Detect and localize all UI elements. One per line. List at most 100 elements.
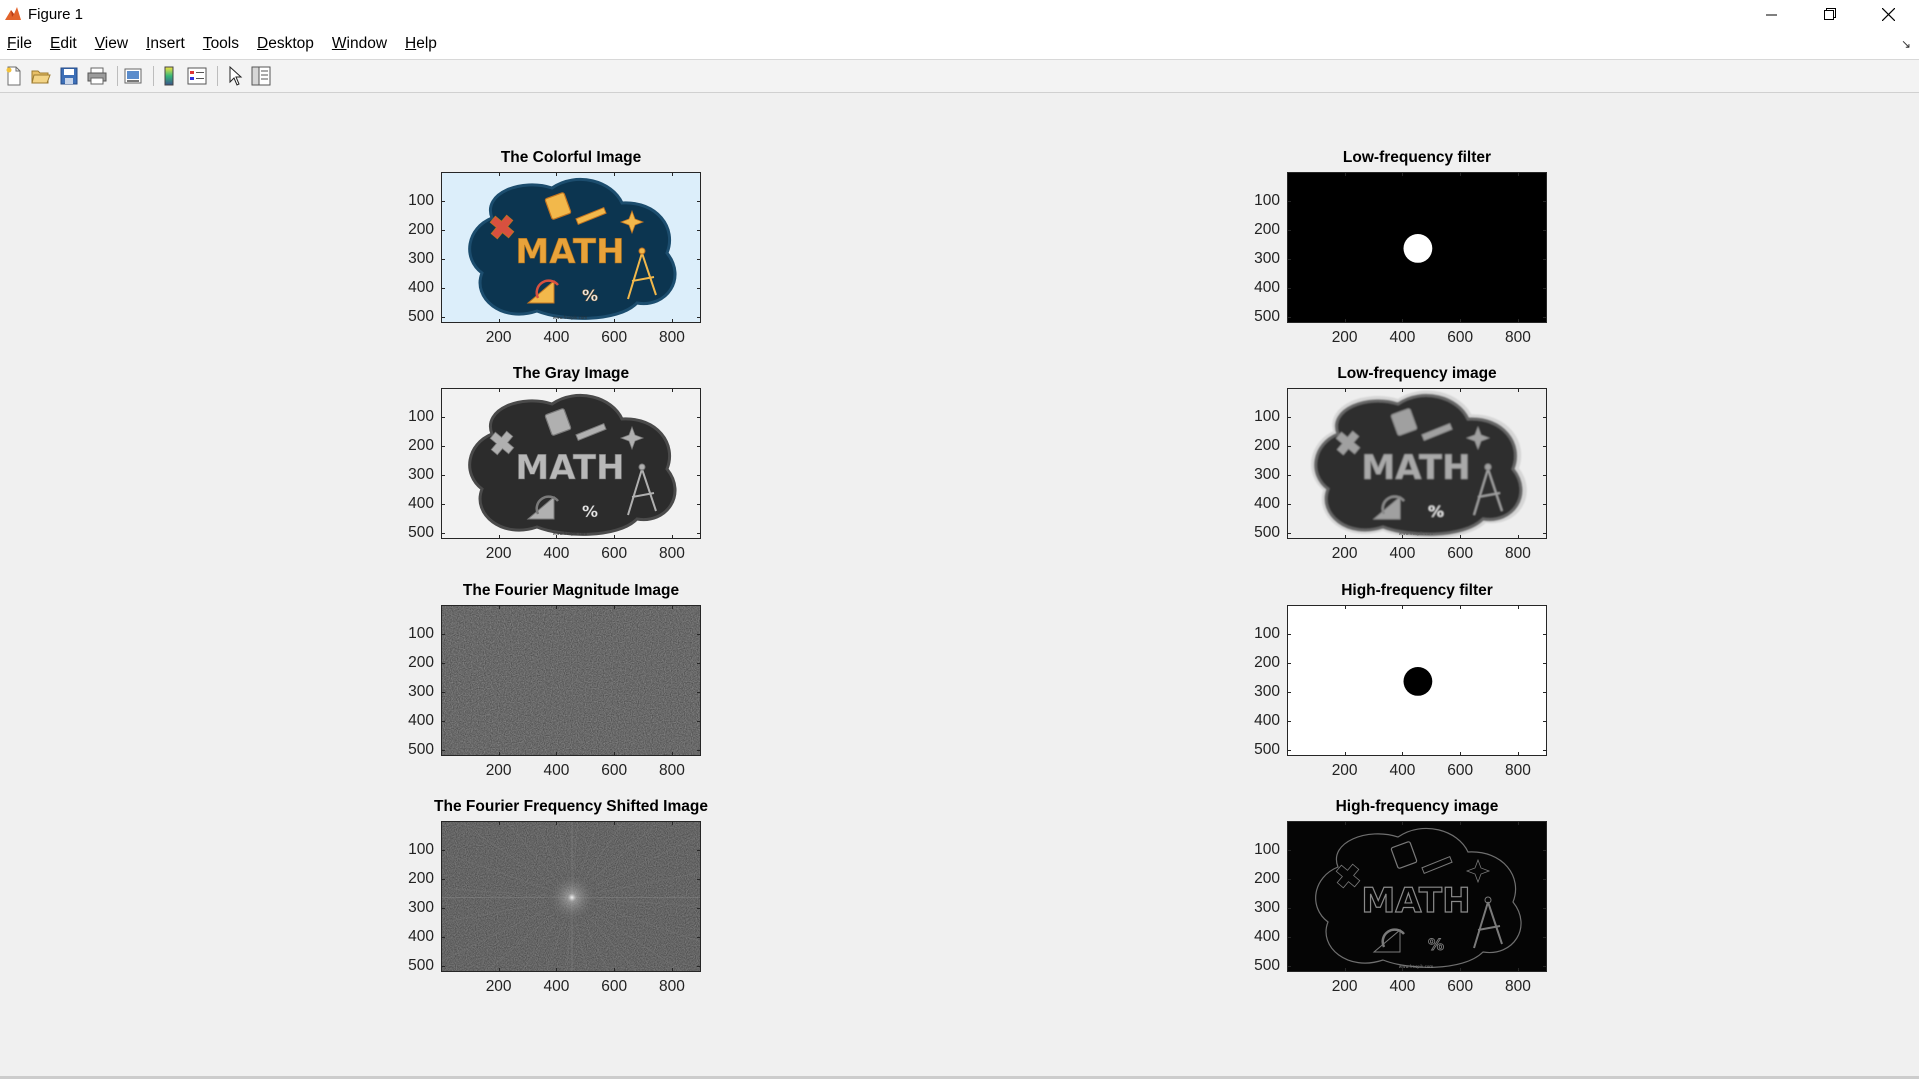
filter-disk [1403,234,1433,263]
filter-disk [1403,667,1433,696]
minimize-button[interactable] [1743,0,1801,29]
xtick-mark [671,319,673,322]
ytick-label: 200 [408,436,434,454]
image-area[interactable]: MATH% www.freepik.com [441,388,701,539]
open-file-icon[interactable] [29,64,53,88]
ytick-label: 200 [1254,653,1280,671]
ytick-mark [1288,633,1291,635]
ytick-mark [1543,907,1546,909]
ytick-mark [1543,721,1546,722]
ytick-mark [442,849,445,851]
ytick-mark [442,750,445,752]
image-lowimage: MATH% www.freepik.com [1288,389,1546,538]
xtick-mark [614,389,616,392]
legend-icon[interactable] [185,64,209,88]
image-area[interactable] [1287,172,1547,323]
ytick-mark [442,878,445,880]
ytick-mark [442,907,445,909]
ytick-mark [1543,288,1546,289]
xtick-mark [671,535,673,538]
footer-text: www.freepik.com [1399,964,1433,969]
percent-glyph: % [1428,935,1444,954]
xtick-label: 400 [1389,978,1416,995]
image-area[interactable] [1287,605,1547,756]
menu-window[interactable]: Window [323,29,396,59]
xtick-label: 400 [543,545,570,562]
print-icon[interactable] [85,64,109,88]
xtick-mark [1460,606,1462,609]
property-inspector-icon[interactable] [249,64,273,88]
xtick-mark [498,752,500,755]
menu-tools[interactable]: Tools [194,29,248,59]
ytick-mark [1543,504,1546,505]
image-area[interactable]: MATH% www.freepik.com [1287,821,1547,972]
xtick-label: 600 [601,545,628,562]
new-figure-icon[interactable] [2,64,26,88]
menu-help[interactable]: Help [396,29,446,59]
ytick-mark [1288,229,1291,231]
ytick-label: 200 [1254,436,1280,454]
ytick-label: 100 [1254,407,1280,425]
menu-insert[interactable]: Insert [137,29,194,59]
ytick-mark [442,317,445,319]
ytick-label: 500 [408,741,434,759]
colorbar-icon[interactable] [157,64,181,88]
xtick-mark [671,822,673,825]
dock-arrow-icon[interactable]: ↘ [1901,37,1911,51]
xtick-label: 600 [601,978,628,995]
ytick-label: 500 [1254,524,1280,542]
xtick-label: 200 [485,762,512,779]
ytick-mark [1288,937,1291,938]
image-area[interactable] [441,605,701,756]
pointer-icon[interactable] [223,64,247,88]
image-lowfilter [1288,173,1546,322]
xtick-label: 200 [485,545,512,562]
ytick-mark [1543,750,1546,752]
xtick-label: 200 [1331,545,1358,562]
xtick-mark [556,968,558,971]
xtick-mark [1344,535,1346,538]
xtick-mark [1402,319,1404,322]
save-icon[interactable] [57,64,81,88]
xtick-mark [1402,968,1404,971]
menu-view[interactable]: View [86,29,137,59]
xtick-mark [556,606,558,609]
print-preview-icon[interactable] [121,64,145,88]
axes-title: Low-frequency image [1337,365,1497,382]
menu-edit[interactable]: Edit [41,29,86,59]
ytick-mark [1543,691,1546,693]
ytick-mark [697,229,700,231]
ytick-label: 400 [1254,928,1280,945]
close-button[interactable] [1859,0,1917,29]
ytick-label: 300 [408,249,434,267]
ytick-mark [1288,878,1291,880]
footer-text: www.freepik.com [553,315,587,320]
restore-button[interactable] [1801,0,1859,29]
ytick-label: 100 [408,840,434,858]
xtick-mark [498,173,500,176]
xtick-mark [1402,606,1404,609]
toolbar-separator [153,66,154,86]
ytick-label: 500 [1254,957,1280,975]
image-area[interactable]: MATH% www.freepik.com [1287,388,1547,539]
ytick-mark [1543,633,1546,635]
ytick-mark [697,878,700,880]
ytick-mark [1288,288,1291,289]
ytick-mark [1288,750,1291,752]
xtick-label: 600 [1447,329,1474,346]
title-bar: Figure 1 [0,0,1919,29]
image-area[interactable]: MATH% www.freepik.com [441,172,701,323]
ytick-label: 400 [408,495,434,512]
menu-file[interactable]: File [0,29,41,59]
image-area[interactable] [441,821,701,972]
ytick-label: 100 [408,191,434,209]
ytick-label: 300 [1254,249,1280,267]
image-highimage: MATH% www.freepik.com [1288,822,1546,971]
ytick-mark [1543,849,1546,851]
xtick-label: 400 [543,762,570,779]
ytick-mark [697,721,700,722]
xtick-label: 200 [1331,762,1358,779]
xtick-label: 400 [1389,762,1416,779]
menu-desktop[interactable]: Desktop [248,29,323,59]
xtick-mark [671,389,673,392]
